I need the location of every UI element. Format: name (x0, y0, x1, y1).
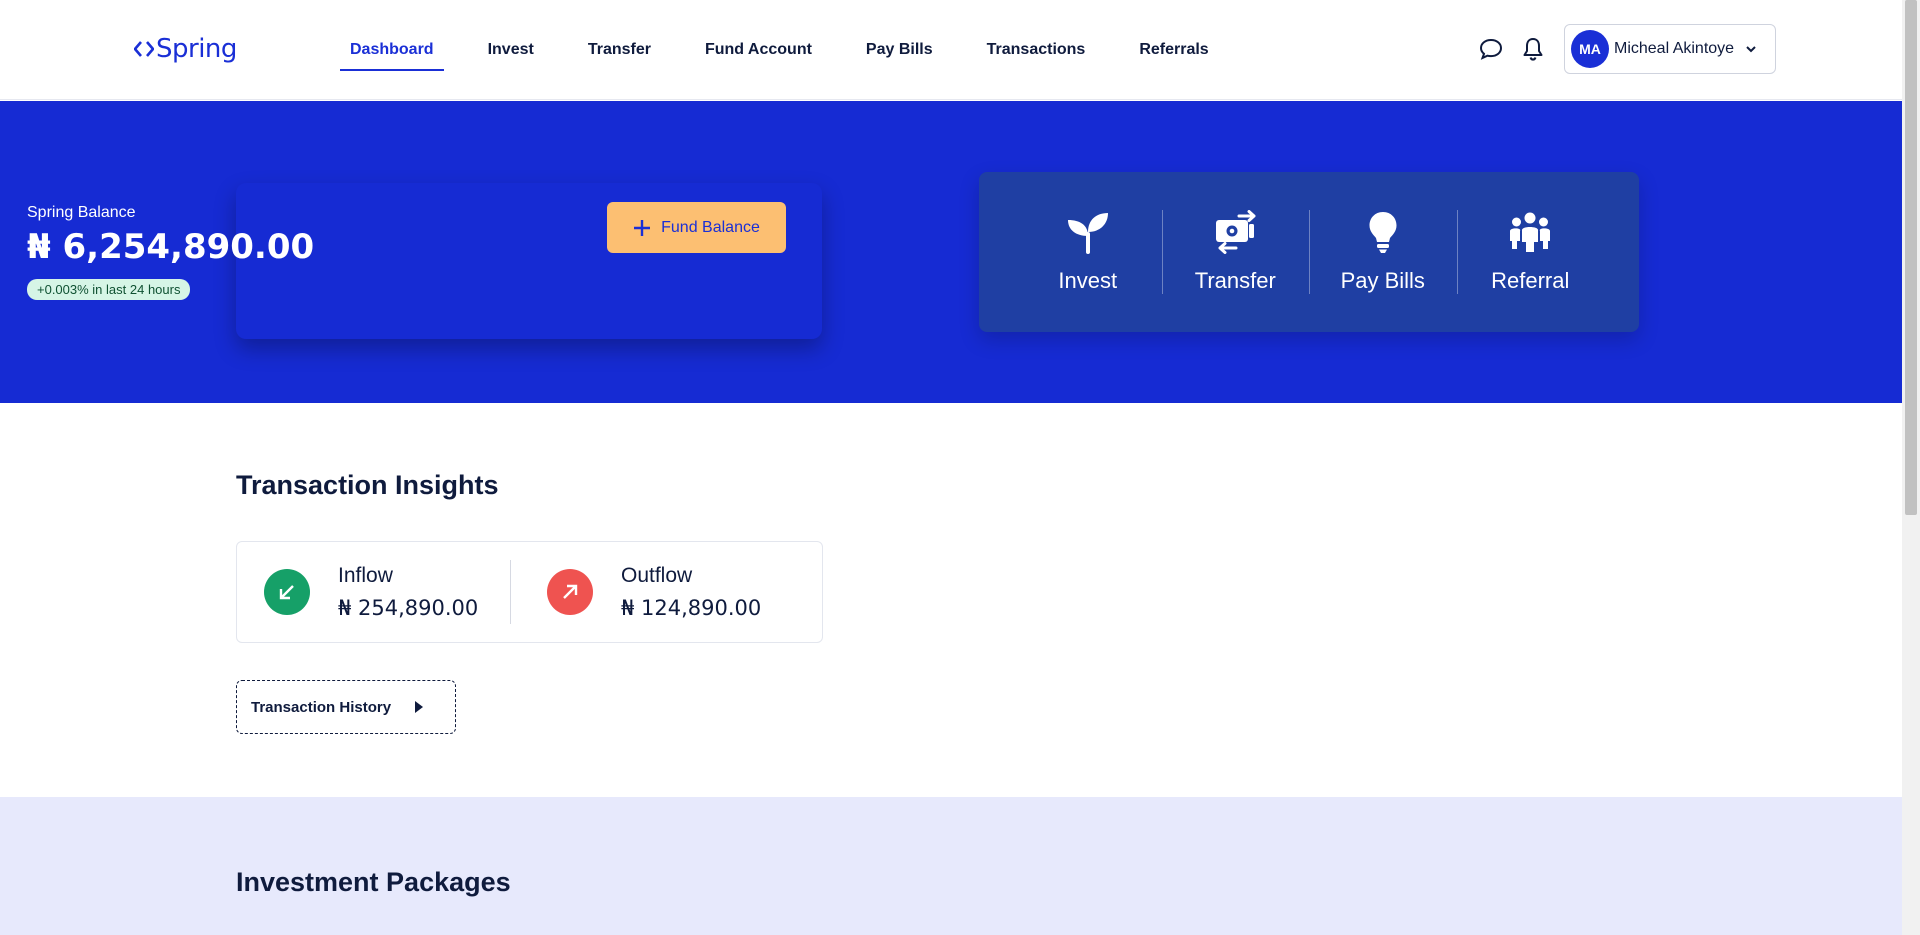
quick-action-label: Referral (1491, 268, 1570, 293)
investment-packages-title: Investment Packages (236, 867, 511, 897)
nav-transfer[interactable]: Transfer (578, 0, 661, 100)
chevron-down-icon (1746, 46, 1756, 53)
sprout-icon (1067, 213, 1108, 254)
fund-balance-label: Fund Balance (661, 218, 760, 236)
nav-dashboard[interactable]: Dashboard (340, 0, 444, 100)
bell-icon[interactable] (1520, 36, 1546, 62)
inflow-arrow-icon (264, 569, 310, 615)
transaction-history-label: Transaction History (251, 698, 392, 716)
quick-action-pay-bills[interactable]: Pay Bills (1309, 192, 1457, 312)
outflow-stat: Outflow ₦ 124,890.00 (547, 542, 761, 642)
outflow-label: Outflow (621, 564, 693, 587)
caret-right-icon (415, 701, 424, 713)
inflow-stat: Inflow ₦ 254,890.00 (264, 542, 478, 642)
fund-balance-button[interactable]: Fund Balance (607, 202, 786, 253)
people-group-icon (1510, 212, 1551, 252)
outflow-amount: ₦ 124,890.00 (621, 596, 762, 620)
investment-packages-section: Investment Packages (0, 797, 1902, 935)
logo-diamond-icon (134, 41, 154, 57)
insights-card: Inflow ₦ 254,890.00 Outflow ₦ 124,890.00 (236, 541, 823, 643)
quick-action-transfer[interactable]: Transfer (1161, 192, 1310, 312)
hero-banner: Spring Balance ₦ 6,254,890.00 +0.003% in… (0, 101, 1902, 403)
top-header: Spring Dashboard Invest Transfer Fund Ac… (0, 0, 1902, 100)
balance-amount: ₦ 6,254,890.00 (27, 227, 315, 267)
quick-action-label: Invest (1058, 268, 1118, 293)
nav-referrals[interactable]: Referrals (1129, 0, 1218, 100)
nav-pay-bills[interactable]: Pay Bills (856, 0, 943, 100)
balance-label: Spring Balance (27, 204, 136, 221)
nav-fund-account[interactable]: Fund Account (695, 0, 822, 100)
quick-actions: Invest Transfer Pay Bills Referral (979, 172, 1639, 332)
nav-invest[interactable]: Invest (478, 0, 544, 100)
nav-transactions[interactable]: Transactions (977, 0, 1096, 100)
lightbulb-icon (1369, 212, 1397, 253)
avatar: MA (1571, 30, 1609, 68)
user-menu[interactable]: MA Micheal Akintoye (1564, 24, 1776, 74)
balance-change-badge: +0.003% in last 24 hours (27, 279, 191, 300)
transaction-insights-title: Transaction Insights (236, 470, 499, 500)
chat-icon[interactable] (1478, 36, 1504, 62)
quick-action-referral[interactable]: Referral (1456, 192, 1605, 312)
plus-icon (634, 219, 651, 236)
main-nav: Dashboard Invest Transfer Fund Account P… (340, 0, 1253, 100)
page-scrollbar[interactable] (1902, 0, 1920, 935)
money-transfer-icon (1216, 210, 1256, 254)
logo-text: Spring (156, 34, 237, 64)
insights-divider (510, 560, 511, 624)
outflow-arrow-icon (547, 569, 593, 615)
scrollbar-thumb[interactable] (1905, 0, 1917, 515)
transaction-history-button[interactable]: Transaction History (236, 680, 456, 734)
spring-logo[interactable]: Spring (134, 34, 237, 64)
quick-action-invest[interactable]: Invest (1014, 192, 1162, 312)
quick-action-label: Transfer (1194, 268, 1276, 293)
quick-action-label: Pay Bills (1340, 268, 1425, 293)
inflow-label: Inflow (338, 564, 393, 587)
inflow-amount: ₦ 254,890.00 (338, 596, 479, 620)
user-name: Micheal Akintoye (1614, 40, 1735, 57)
